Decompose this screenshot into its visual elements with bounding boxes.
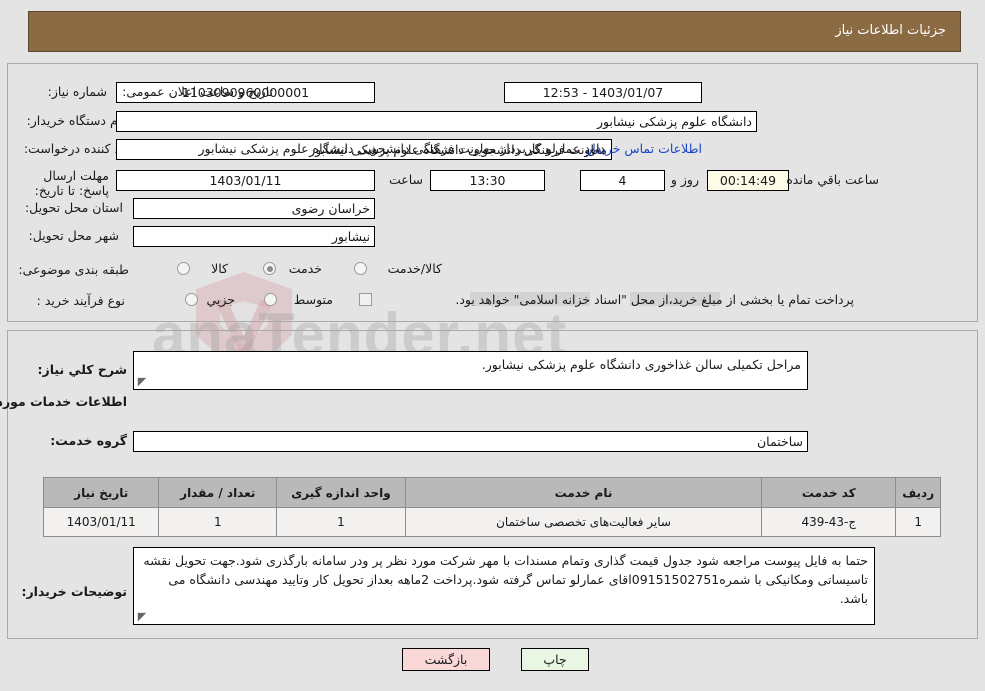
th-unit: واحد اندازه گیری: [276, 477, 406, 508]
process-option-label-motevaset: متوسط: [293, 292, 333, 307]
treasury-docs-note: پرداخت تمام یا بخشی از مبلغ خرید،از محل …: [455, 292, 854, 307]
deadline-countdown-label: ساعت باقي مانده: [786, 172, 879, 187]
th-need-date: تاریخ نیاز: [42, 477, 160, 508]
process-radio-jozi[interactable]: [185, 293, 198, 306]
page-title: جزئیات اطلاعات نیاز: [835, 23, 946, 38]
announce-datetime-value: 1403/01/07 - 12:53: [504, 82, 702, 103]
cell-quantity: 1: [158, 507, 278, 537]
services-section-heading: اطلاعات خدمات مورد نیاز: [0, 394, 127, 409]
deadline-countdown-value: 00:14:49: [707, 170, 789, 191]
cell-service-name: سایر فعالیت‌های تخصصی ساختمان: [404, 507, 763, 537]
print-button[interactable]: چاپ: [521, 648, 589, 671]
resize-grip-icon[interactable]: ◥: [136, 375, 148, 388]
th-row-number: ردیف: [895, 477, 941, 508]
treasury-docs-checkbox[interactable]: [359, 293, 372, 306]
deadline-date-value: 1403/01/11: [116, 170, 375, 191]
category-label: طبقه بندی موضوعی:: [18, 262, 129, 277]
buyer-org-label: نام دستگاه خریدار:: [26, 113, 125, 128]
cell-unit: 1: [276, 507, 406, 537]
cell-row-number: 1: [895, 507, 941, 537]
city-label: شهر محل تحویل:: [28, 228, 119, 243]
th-quantity: تعداد / مقدار: [158, 477, 278, 508]
deadline-time-label: ساعت: [388, 172, 423, 187]
general-description-value: مراحل تکمیلی سالن غذاخوری دانشگاه علوم پ…: [481, 357, 801, 372]
category-option-label-khedmat: خدمت: [288, 261, 322, 276]
announce-datetime-label: تاریخ و ساعت اعلان عمومی:: [122, 84, 273, 99]
service-group-label: گروه خدمت:: [50, 433, 127, 448]
buyer-notes-value: حتما به فایل پیوست مراجعه شود جدول قیمت …: [143, 553, 868, 606]
table-row: 1 ج-43-439 سایر فعالیت‌های تخصصی ساختمان…: [42, 507, 941, 537]
category-option-label-kala-khedmat: کالا/خدمت: [387, 261, 442, 276]
process-radio-motevaset[interactable]: [264, 293, 277, 306]
th-service-code: کد خدمت: [761, 477, 897, 508]
city-value: نیشابور: [133, 226, 375, 247]
general-description-label: شرح کلي نیاز:: [37, 362, 127, 377]
need-number-label: شماره نیاز:: [47, 84, 107, 99]
category-radio-khedmat[interactable]: [263, 262, 276, 275]
buyer-notes-label: توضیحات خریدار:: [21, 584, 127, 599]
process-type-label: نوع فرآیند خرید :: [36, 293, 125, 308]
services-table: ردیف کد خدمت نام خدمت واحد اندازه گیری ت…: [42, 477, 941, 537]
page-header: جزئیات اطلاعات نیاز: [28, 11, 961, 52]
category-radio-kala[interactable]: [177, 262, 190, 275]
deadline-label: مهلت ارسال پاسخ: تا تاریخ:: [34, 168, 109, 198]
buyer-org-value: دانشگاه علوم پزشکی نیشابور: [116, 111, 757, 132]
buyer-notes-textarea[interactable]: حتما به فایل پیوست مراجعه شود جدول قیمت …: [133, 547, 875, 625]
deadline-time-value: 13:30: [430, 170, 545, 191]
table-header-row: ردیف کد خدمت نام خدمت واحد اندازه گیری ت…: [42, 477, 941, 508]
back-button[interactable]: بازگشت: [402, 648, 490, 671]
requester-extra-text: داود عمارلو کاربرداز معاونت فرهنگی دانشج…: [198, 141, 605, 156]
resize-grip-icon[interactable]: ◥: [136, 610, 148, 623]
category-radio-kala-khedmat[interactable]: [354, 262, 367, 275]
province-value: خراسان رضوی: [133, 198, 375, 219]
deadline-days-value: 4: [580, 170, 665, 191]
province-label: استان محل تحویل:: [24, 200, 123, 215]
deadline-days-label: روز و: [670, 172, 699, 187]
service-group-value: ساختمان: [133, 431, 808, 452]
th-service-name: نام خدمت: [404, 477, 763, 508]
tender-details-page: anaTender.net جزئیات اطلاعات نیاز شماره …: [0, 0, 985, 691]
category-option-label-kala: کالا: [211, 261, 228, 276]
buyer-contact-link[interactable]: اطلاعات تماس خریدار: [586, 141, 702, 156]
cell-need-date: 1403/01/11: [42, 507, 160, 537]
cell-service-code: ج-43-439: [761, 507, 897, 537]
general-description-textarea[interactable]: مراحل تکمیلی سالن غذاخوری دانشگاه علوم پ…: [133, 351, 808, 390]
process-option-label-jozi: جزیي: [206, 292, 235, 307]
